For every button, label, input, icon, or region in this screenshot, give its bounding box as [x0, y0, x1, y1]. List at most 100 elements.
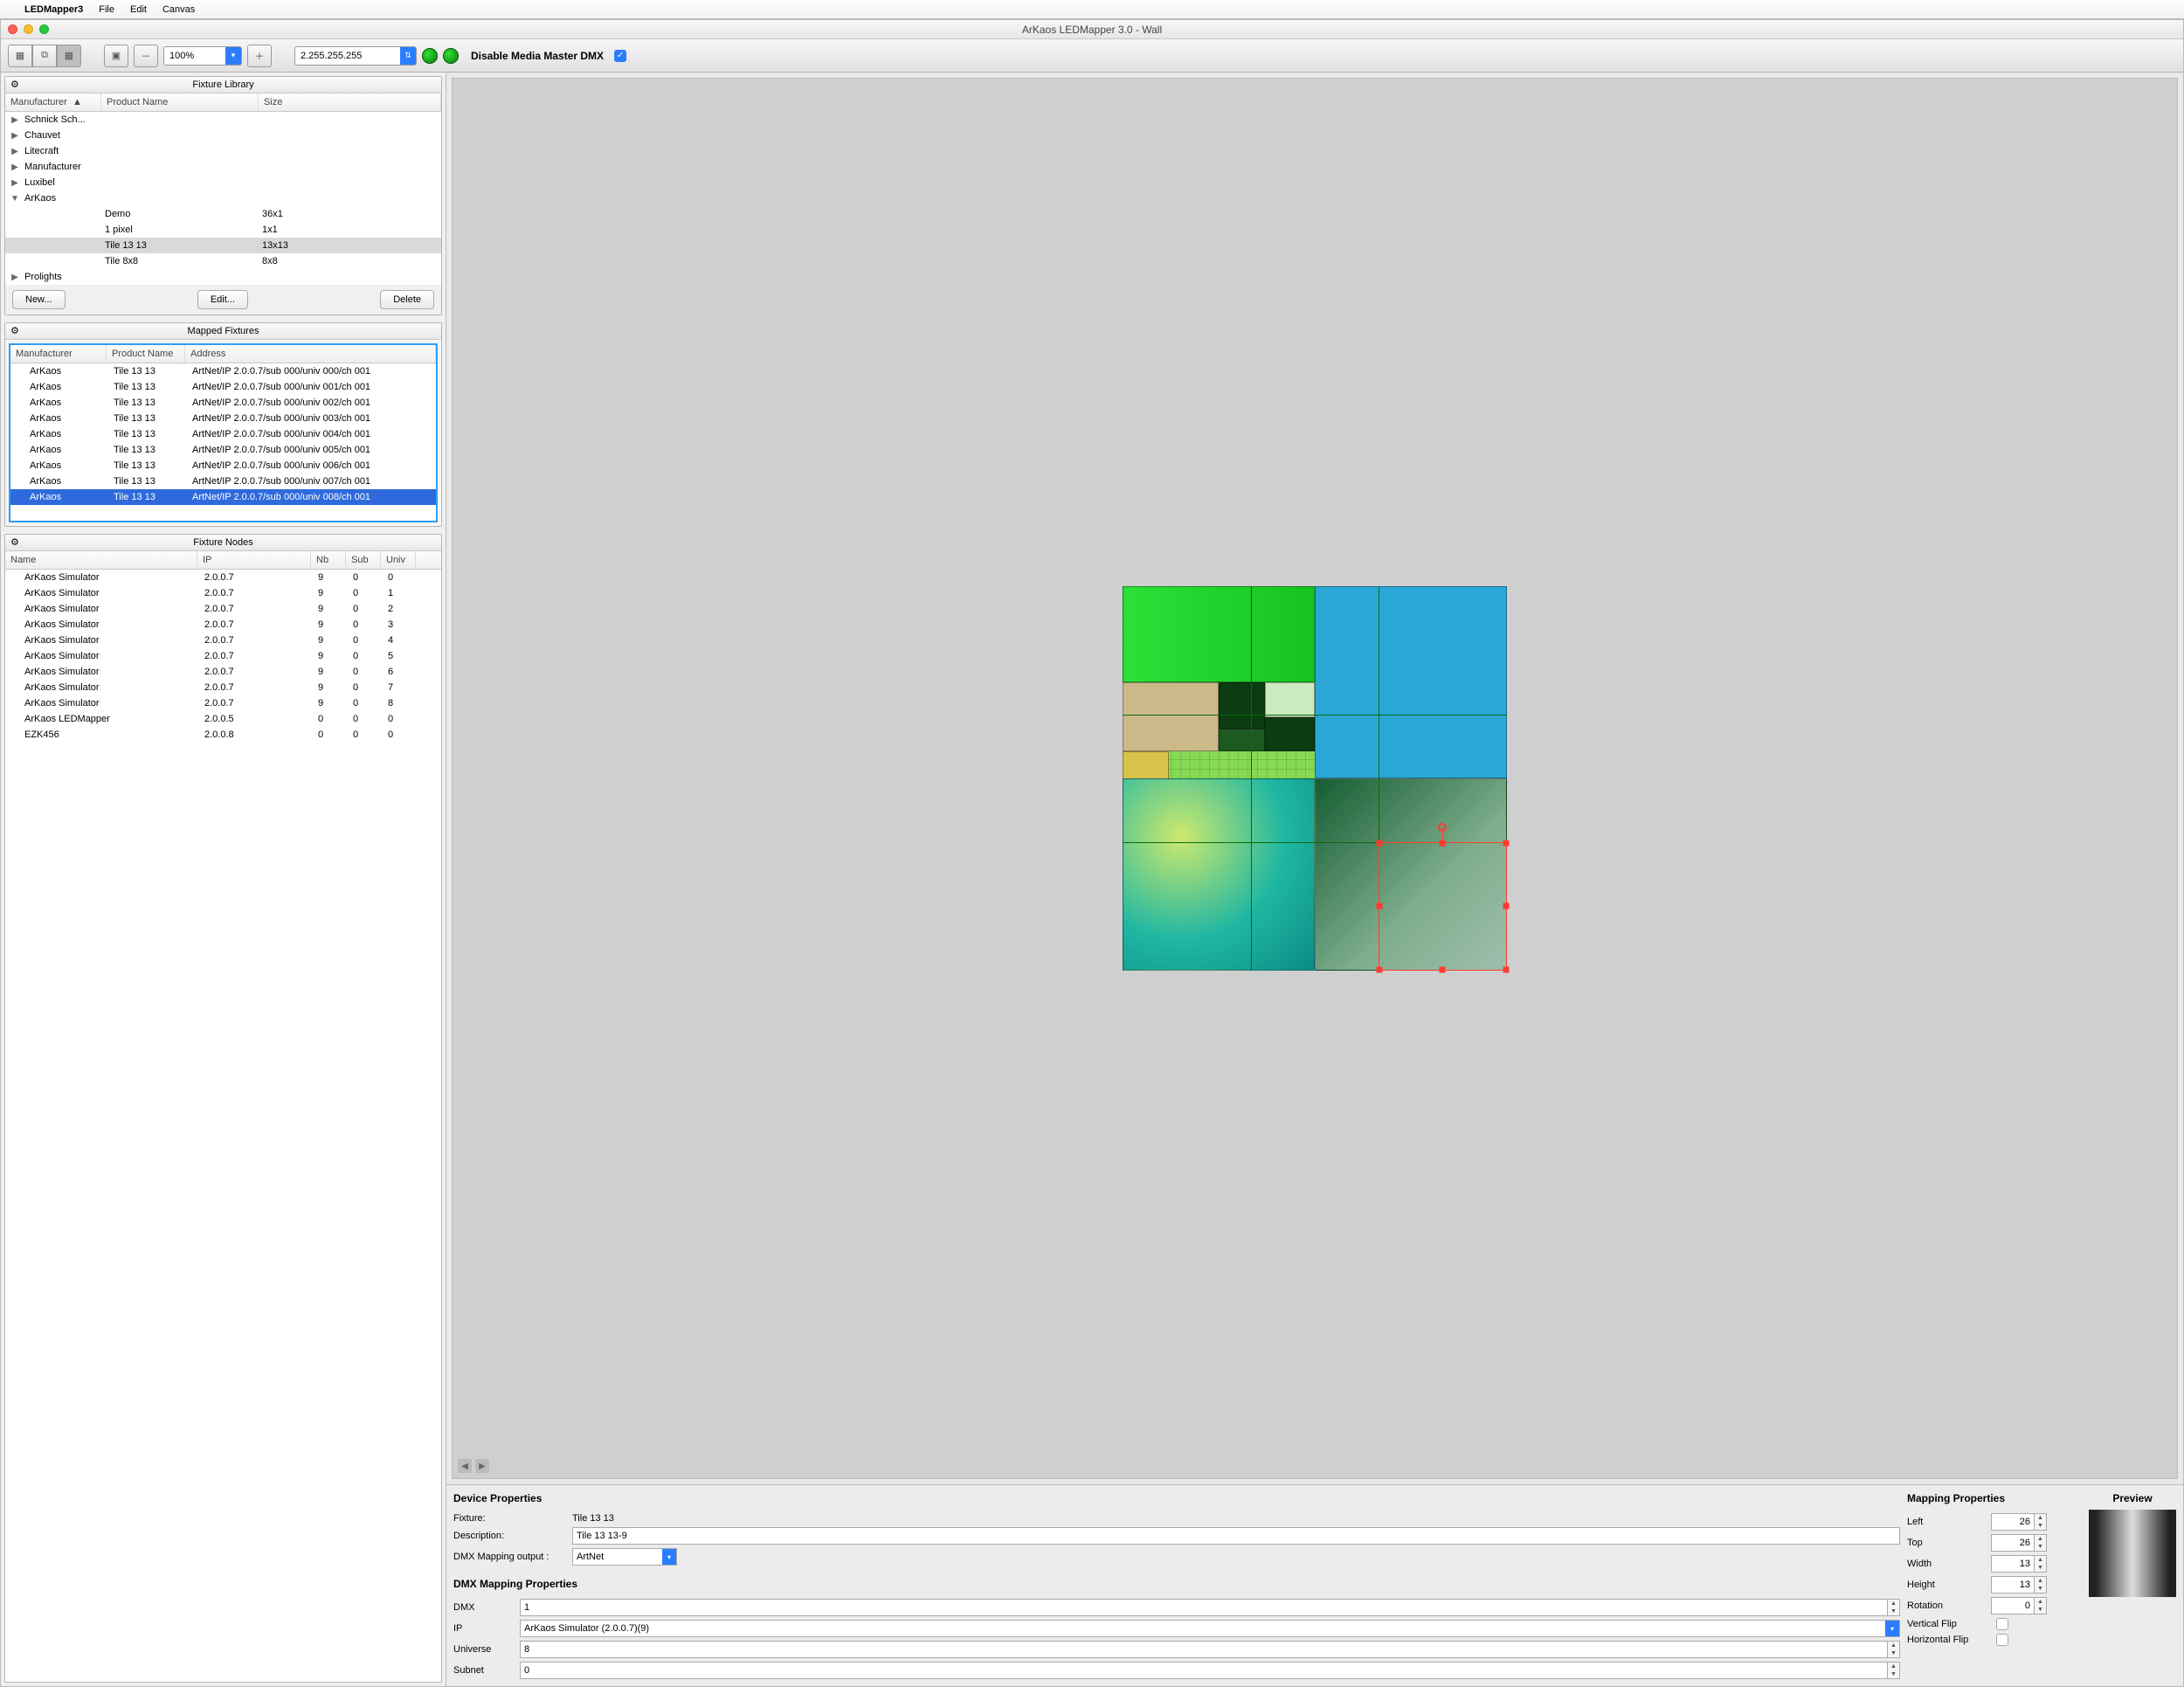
node-row[interactable]: ArKaos Simulator2.0.0.7905	[5, 648, 441, 664]
mapped-row[interactable]: ArKaosTile 13 13ArtNet/IP 2.0.0.7/sub 00…	[10, 379, 436, 395]
gear-icon[interactable]: ⚙	[10, 536, 19, 548]
tree-row[interactable]: ▶Schnick Sch...	[5, 112, 441, 128]
stepper-icon[interactable]: ▲▼	[2035, 1597, 2047, 1614]
mapped-row[interactable]: ArKaosTile 13 13ArtNet/IP 2.0.0.7/sub 00…	[10, 474, 436, 489]
fixture-nodes-panel: ⚙Fixture Nodes Name IP Nb Sub Univ ArKao…	[4, 534, 442, 1683]
tool-grid2-icon[interactable]: ▦	[57, 45, 81, 67]
menu-file[interactable]: File	[99, 4, 114, 15]
subnet-input[interactable]	[520, 1662, 1888, 1679]
window-close-icon[interactable]	[8, 24, 17, 34]
status-led-2-icon	[443, 48, 459, 64]
top-input[interactable]	[1991, 1534, 2035, 1552]
mapped-row[interactable]: ArKaosTile 13 13ArtNet/IP 2.0.0.7/sub 00…	[10, 442, 436, 458]
zoom-out-icon[interactable]: －	[134, 45, 158, 67]
panel-title: Mapped Fixtures	[188, 326, 259, 336]
mapped-row[interactable]: ArKaosTile 13 13ArtNet/IP 2.0.0.7/sub 00…	[10, 426, 436, 442]
vflip-checkbox[interactable]	[1996, 1618, 2008, 1630]
edit-fixture-button[interactable]: Edit...	[197, 290, 248, 309]
height-input[interactable]	[1991, 1576, 2035, 1594]
canvas-next-icon[interactable]: ▶	[475, 1459, 489, 1473]
description-input[interactable]	[572, 1527, 1900, 1545]
stepper-icon[interactable]: ▲▼	[2035, 1534, 2047, 1552]
new-fixture-button[interactable]: New...	[12, 290, 66, 309]
toolbar: ▦ ⧉ ▦ ▣ － 100% ▾ ＋ 2.255.255.255 ⇅ Disab…	[1, 39, 2183, 73]
mapped-row[interactable]: ArKaosTile 13 13ArtNet/IP 2.0.0.7/sub 00…	[10, 458, 436, 474]
broadcast-ip-select[interactable]: 2.255.255.255 ⇅	[294, 46, 417, 66]
node-row[interactable]: ArKaos Simulator2.0.0.7904	[5, 633, 441, 648]
hflip-checkbox[interactable]	[1996, 1634, 2008, 1646]
sort-asc-icon: ▲	[73, 97, 82, 107]
menu-edit[interactable]: Edit	[130, 4, 147, 15]
status-led-1-icon	[422, 48, 438, 64]
dropdown-arrow-icon: ⇅	[400, 47, 416, 65]
node-row[interactable]: ArKaos Simulator2.0.0.7900	[5, 570, 441, 585]
dmx-ip-select[interactable]: ArKaos Simulator (2.0.0.7)(9)▾	[520, 1620, 1900, 1637]
node-row[interactable]: ArKaos Simulator2.0.0.7902	[5, 601, 441, 617]
node-row[interactable]: ArKaos Simulator2.0.0.7907	[5, 680, 441, 695]
rotation-input[interactable]	[1991, 1597, 2035, 1614]
stepper-icon[interactable]: ▲▼	[1888, 1641, 1900, 1658]
stepper-icon[interactable]: ▲▼	[2035, 1513, 2047, 1531]
left-input[interactable]	[1991, 1513, 2035, 1531]
selection-box[interactable]	[1379, 842, 1507, 971]
nodes-list[interactable]: ArKaos Simulator2.0.0.7900ArKaos Simulat…	[5, 570, 441, 1682]
node-row[interactable]: ArKaos Simulator2.0.0.7908	[5, 695, 441, 711]
fixture-value: Tile 13 13	[572, 1513, 614, 1524]
gear-icon[interactable]: ⚙	[10, 79, 19, 90]
tree-row[interactable]: ▶Chauvet	[5, 128, 441, 143]
tree-child[interactable]: Tile 8x88x8	[5, 253, 441, 269]
dmx-props-title: DMX Mapping Properties	[453, 1578, 1900, 1590]
preview-thumbnail	[2089, 1510, 2176, 1597]
canvas[interactable]	[1123, 586, 1507, 971]
tool-fit-icon[interactable]: ▣	[104, 45, 128, 67]
gear-icon[interactable]: ⚙	[10, 325, 19, 336]
fixture-library-panel: ⚙Fixture Library Manufacturer ▲ Product …	[4, 76, 442, 315]
delete-fixture-button[interactable]: Delete	[380, 290, 434, 309]
stepper-icon[interactable]: ▲▼	[1888, 1662, 1900, 1679]
node-row[interactable]: ArKaos Simulator2.0.0.7903	[5, 617, 441, 633]
tool-grid1-icon[interactable]: ▦	[8, 45, 32, 67]
stepper-icon[interactable]: ▲▼	[2035, 1555, 2047, 1573]
disable-dmx-label: Disable Media Master DMX	[471, 50, 604, 62]
mapped-row[interactable]: ArKaosTile 13 13ArtNet/IP 2.0.0.7/sub 00…	[10, 395, 436, 411]
tool-select-icon[interactable]: ⧉	[32, 45, 57, 67]
properties-panel: Device Properties Fixture:Tile 13 13 Des…	[446, 1484, 2183, 1686]
universe-input[interactable]	[520, 1641, 1888, 1658]
app-name[interactable]: LEDMapper3	[24, 4, 83, 15]
canvas-prev-icon[interactable]: ◀	[458, 1459, 472, 1473]
mapped-header[interactable]: Manufacturer Product Name Address	[10, 345, 436, 363]
canvas-viewport[interactable]: ◀ ▶	[452, 78, 2178, 1479]
node-row[interactable]: ArKaos LEDMapper2.0.0.5000	[5, 711, 441, 727]
mapped-row[interactable]: ArKaosTile 13 13ArtNet/IP 2.0.0.7/sub 00…	[10, 489, 436, 505]
nodes-header[interactable]: Name IP Nb Sub Univ	[5, 551, 441, 570]
disable-dmx-checkbox[interactable]: ✓	[614, 50, 626, 62]
tree-child[interactable]: Demo36x1	[5, 206, 441, 222]
tree-row[interactable]: ▶Prolights	[5, 269, 441, 285]
node-row[interactable]: ArKaos Simulator2.0.0.7901	[5, 585, 441, 601]
library-header[interactable]: Manufacturer ▲ Product Name Size	[5, 93, 441, 112]
tree-row[interactable]: ▶Luxibel	[5, 175, 441, 190]
tree-child[interactable]: Tile 13 1313x13	[5, 238, 441, 253]
zoom-select[interactable]: 100% ▾	[163, 46, 242, 66]
menu-canvas[interactable]: Canvas	[162, 4, 195, 15]
tree-row[interactable]: ▶Litecraft	[5, 143, 441, 159]
width-input[interactable]	[1991, 1555, 2035, 1573]
mapped-list[interactable]: ArKaosTile 13 13ArtNet/IP 2.0.0.7/sub 00…	[10, 363, 436, 521]
zoom-in-icon[interactable]: ＋	[247, 45, 272, 67]
stepper-icon[interactable]: ▲▼	[1888, 1599, 1900, 1616]
node-row[interactable]: EZK4562.0.0.8000	[5, 727, 441, 743]
main-window: ArKaos LEDMapper 3.0 - Wall ▦ ⧉ ▦ ▣ － 10…	[0, 19, 2184, 1687]
mapped-row[interactable]: ArKaosTile 13 13ArtNet/IP 2.0.0.7/sub 00…	[10, 363, 436, 379]
window-minimize-icon[interactable]	[24, 24, 33, 34]
library-tree[interactable]: ▶Schnick Sch...▶Chauvet▶Litecraft▶Manufa…	[5, 112, 441, 285]
window-zoom-icon[interactable]	[39, 24, 49, 34]
mapped-row[interactable]: ArKaosTile 13 13ArtNet/IP 2.0.0.7/sub 00…	[10, 411, 436, 426]
node-row[interactable]: ArKaos Simulator2.0.0.7906	[5, 664, 441, 680]
dmx-input[interactable]	[520, 1599, 1888, 1616]
stepper-icon[interactable]: ▲▼	[2035, 1576, 2047, 1594]
dmx-output-select[interactable]: ArtNet▾	[572, 1548, 677, 1566]
tree-row[interactable]: ▼ArKaos	[5, 190, 441, 206]
tree-child[interactable]: 1 pixel1x1	[5, 222, 441, 238]
tree-row[interactable]: ▶Manufacturer	[5, 159, 441, 175]
mac-menubar: LEDMapper3 File Edit Canvas	[0, 0, 2184, 19]
